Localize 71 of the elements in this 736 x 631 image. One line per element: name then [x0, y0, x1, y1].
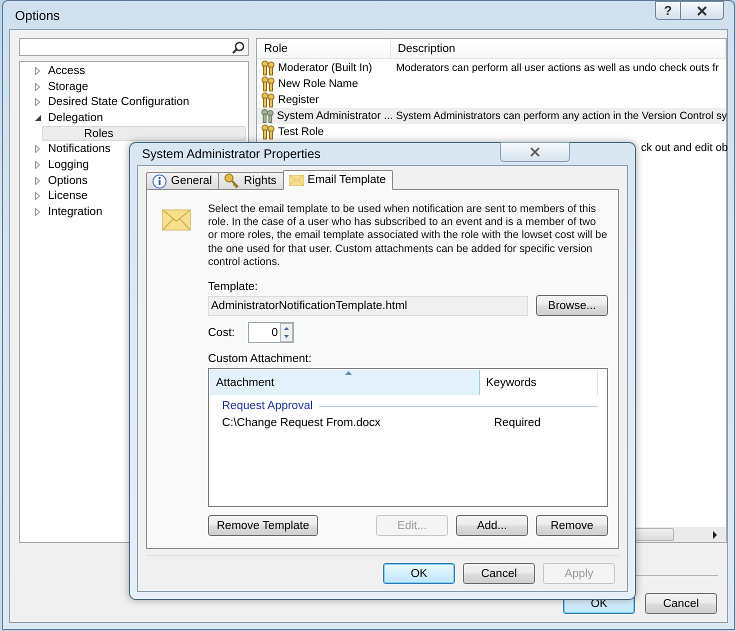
envelope-icon: [288, 174, 304, 186]
keywords-cell-text: Required: [494, 416, 542, 429]
role-name[interactable]: Moderator (Built In): [278, 62, 372, 74]
keys-icon: [260, 76, 277, 92]
tree-item[interactable]: Roles: [42, 126, 246, 142]
column-header[interactable]: Role: [257, 39, 391, 58]
close-icon: [697, 6, 707, 16]
tree-item[interactable]: Access: [48, 64, 86, 77]
keys-icon: [260, 124, 277, 140]
description-text: Select the email template to be used when notification are sent to members of this role. In the case of a user who has subscribed to an event and is a member of two or more roles, the email template associated with the role with the lowset cost will be the one used for that user. Custom attachments can be added for specific version control actions.: [208, 203, 608, 270]
list-row[interactable]: New Role Name: [257, 76, 726, 92]
field-label: Custom Attachment:: [208, 353, 313, 366]
browse-button[interactable]: Browse...: [536, 295, 608, 316]
expand-icon[interactable]: [35, 160, 40, 169]
keys-icon: [260, 60, 277, 76]
dialog-button[interactable]: Cancel: [645, 593, 717, 614]
role-name[interactable]: New Role Name: [278, 78, 358, 90]
list-row[interactable]: Register: [257, 92, 726, 108]
window-title: Options: [14, 8, 60, 22]
tree-item[interactable]: Desired State Configuration: [48, 96, 190, 108]
key-icon: [224, 173, 240, 189]
column-header[interactable]: Description: [390, 39, 726, 58]
template-field[interactable]: AdministratorNotificationTemplate.html: [208, 296, 528, 316]
keys-icon: [260, 92, 277, 108]
dialog-title: System Administrator Properties: [141, 147, 321, 161]
tree-item[interactable]: Integration: [48, 206, 102, 218]
close-button[interactable]: [681, 1, 724, 20]
list-button[interactable]: Remove: [536, 515, 608, 536]
collapse-icon[interactable]: [35, 114, 41, 121]
list-button[interactable]: Add...: [456, 515, 528, 536]
role-name[interactable]: Test Role: [278, 126, 324, 138]
column-header[interactable]: Attachment: [210, 370, 480, 396]
tree-item[interactable]: Delegation: [48, 112, 103, 124]
tree-item[interactable]: Notifications: [48, 143, 111, 156]
field-label: Template:: [208, 281, 259, 294]
sort-icon: [344, 371, 352, 376]
help-button[interactable]: ?: [655, 1, 681, 20]
role-description: Moderators can perform all user actions as well as undo check outs fr: [395, 62, 719, 74]
role-name[interactable]: Register: [278, 94, 319, 106]
list-row[interactable]: Moderator (Built In) Moderators can perform all user actions as well as undo check outs fr: [257, 60, 726, 76]
dialog-button[interactable]: OK: [383, 563, 455, 584]
expand-icon[interactable]: [35, 145, 40, 154]
spin-arrows-icon[interactable]: [280, 323, 293, 342]
tree-item[interactable]: Options: [48, 174, 88, 187]
list-row[interactable]: System Administrator ... System Administrators can perform any action in the Version Control sy: [257, 108, 726, 124]
close-icon: [530, 147, 540, 157]
group-header[interactable]: Request Approval: [222, 400, 313, 412]
role-name[interactable]: System Administrator ...: [276, 110, 393, 122]
tab[interactable]: General: [146, 172, 219, 190]
attachment-path: C:\Change Request From.docx: [222, 416, 382, 429]
search-icon: [232, 40, 245, 54]
tree-item[interactable]: Logging: [48, 158, 89, 171]
dialog-button[interactable]: Cancel: [463, 563, 535, 584]
list-button[interactable]: Remove Template: [208, 515, 318, 536]
tree-item[interactable]: Storage: [48, 80, 88, 93]
expand-icon[interactable]: [35, 98, 40, 106]
search-field[interactable]: [19, 38, 249, 56]
expand-icon[interactable]: [35, 176, 40, 185]
tab[interactable]: Email Template: [282, 170, 393, 190]
expand-icon[interactable]: [35, 82, 40, 91]
list-row[interactable]: Test Role: [257, 124, 726, 140]
tab[interactable]: Rights: [218, 172, 284, 190]
expand-icon[interactable]: [35, 192, 40, 200]
expand-icon[interactable]: [35, 208, 40, 216]
right-arrow-icon[interactable]: [713, 530, 718, 538]
field-label: Cost:: [208, 326, 235, 339]
tree-item[interactable]: License: [48, 190, 88, 202]
role-description: System Administrators can perform any action in the Version Control sy: [395, 110, 727, 122]
cost-spinner[interactable]: 0: [248, 322, 294, 344]
key-icon: [260, 108, 276, 124]
expand-icon[interactable]: [35, 66, 40, 75]
